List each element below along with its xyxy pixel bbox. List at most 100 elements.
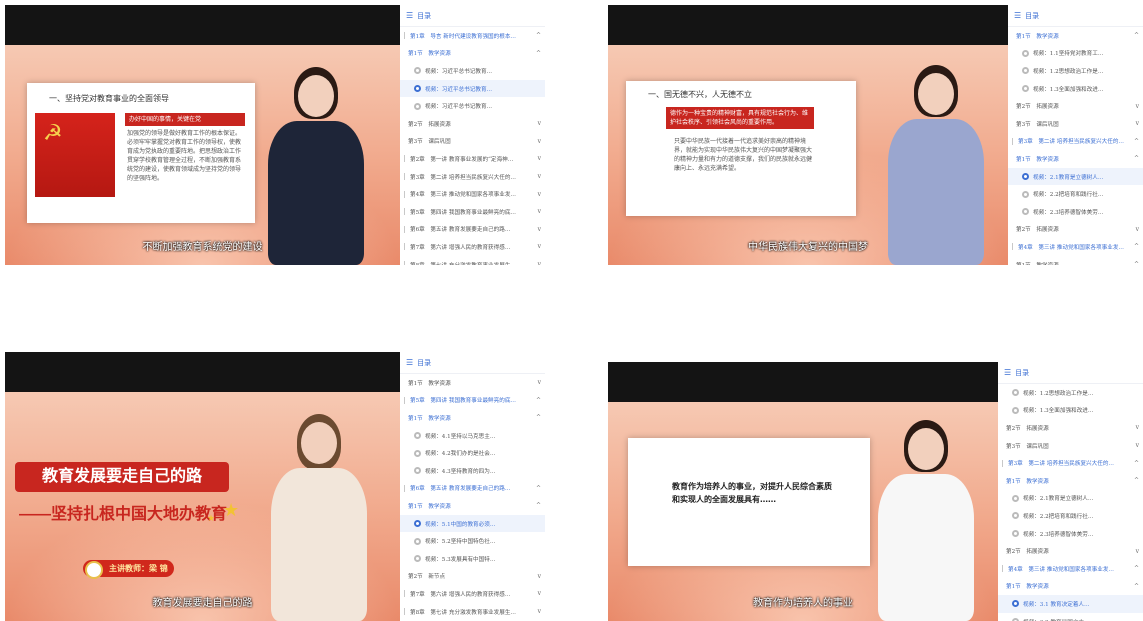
toc-chapter[interactable]: 第8章 第七讲 充分激发教育事业发展生… v <box>400 256 545 265</box>
video-player-1[interactable]: 一、坚持党对教育事业的全面领导 ☭ 办好中国的事情，关键在党 加强党的领导是做好… <box>5 5 400 265</box>
lesson-panel-1: 一、坚持党对教育事业的全面领导 ☭ 办好中国的事情，关键在党 加强党的领导是做好… <box>5 5 545 265</box>
toc-section[interactable]: 第1节 教学资源 ^ <box>400 409 545 427</box>
play-icon <box>1022 208 1029 216</box>
toc-section[interactable]: 第3节 课后巩固 v <box>400 133 545 151</box>
toc-section[interactable]: 第1节 教学资源 ^ <box>1008 27 1143 45</box>
toc-section[interactable]: 第2节 拓展资源 v <box>400 115 545 133</box>
toc-chapter[interactable]: 第7章 第六讲 增强人民的教育获得感… v <box>400 238 545 256</box>
toc-video-item[interactable]: 视频：4.3坚持教育的四为… <box>400 462 545 480</box>
chevron-up-icon[interactable]: ^ <box>1134 155 1139 162</box>
chevron-up-icon[interactable]: ^ <box>536 502 541 509</box>
chevron-up-icon[interactable]: ^ <box>536 50 541 57</box>
chevron-up-icon[interactable]: ^ <box>536 32 541 39</box>
toc-chapter[interactable]: 第4章 第三讲 推动党和国家各项事业发… ^ <box>1008 238 1143 256</box>
toc-video-item[interactable]: 视频：2.1教育是立德树人… <box>1008 167 1143 186</box>
toc-chapter[interactable]: 第3章 第二讲 培养担当民族复兴大任的… ^ <box>1008 133 1143 151</box>
toc-section[interactable]: 第2节 拓展资源 v <box>998 542 1143 560</box>
toc-video-item[interactable]: 视频：1.2思想政治工作是… <box>998 384 1143 402</box>
chevron-down-icon[interactable]: v <box>1136 120 1139 127</box>
chevron-up-icon[interactable]: ^ <box>536 414 541 421</box>
toc-chapter[interactable]: 第6章 第五讲 教育发展要走自己的路… v <box>400 221 545 239</box>
chevron-up-icon[interactable]: ^ <box>1134 565 1139 572</box>
toc-video-item[interactable]: 视频：2.1教育是立德树人… <box>998 490 1143 508</box>
toc-video-item[interactable]: 视频：3.2 教育是国之大… <box>998 613 1143 621</box>
chevron-down-icon[interactable]: v <box>538 608 541 615</box>
toc-section[interactable]: 第1节 教学资源 ^ <box>1008 256 1143 265</box>
toc-video-item[interactable]: 视频：2.3培养德智体美劳… <box>998 525 1143 543</box>
toc-chapter[interactable]: 第7章 第六讲 增强人民的教育获得感… v <box>400 585 545 603</box>
chevron-down-icon[interactable]: v <box>538 120 541 127</box>
chevron-down-icon[interactable]: v <box>538 155 541 162</box>
toc-chapter[interactable]: 第4章 第三讲 推动党和国家各项事业发… v <box>400 185 545 203</box>
toc-section[interactable]: 第1节 教学资源 ^ <box>1008 150 1143 168</box>
chevron-up-icon[interactable]: ^ <box>536 485 541 492</box>
toc-chapter[interactable]: 第3章 第二讲 培养担当民族复兴大任的… ^ <box>998 454 1143 472</box>
lecture-slide: 一、坚持党对教育事业的全面领导 ☭ 办好中国的事情，关键在党 加强党的领导是做好… <box>27 83 255 223</box>
chevron-down-icon[interactable]: v <box>538 379 541 386</box>
toc-section[interactable]: 第2节 新节点 v <box>400 568 545 586</box>
chevron-up-icon[interactable]: ^ <box>1134 583 1139 590</box>
toc-video-item[interactable]: 视频：习近平总书记教育… <box>400 97 545 115</box>
chevron-down-icon[interactable]: v <box>1136 442 1139 449</box>
chevron-down-icon[interactable]: v <box>538 208 541 215</box>
toc-video-item[interactable]: 视频：4.1坚持以马克思主… <box>400 427 545 445</box>
chevron-up-icon[interactable]: ^ <box>1134 477 1139 484</box>
toc-chapter[interactable]: 第6章 第五讲 教育发展要走自己的路… ^ <box>400 480 545 498</box>
chevron-down-icon[interactable]: v <box>538 173 541 180</box>
chevron-down-icon[interactable]: v <box>538 138 541 145</box>
toc-chapter[interactable]: 第3章 第二讲 培养担当民族复兴大任的… v <box>400 168 545 186</box>
toc-chapter[interactable]: 第5章 第四讲 我国教育事业最鲜亮的底… ^ <box>400 392 545 410</box>
toc-label: 第2节 新节点 <box>408 574 446 581</box>
toc-chapter[interactable]: 第8章 第七讲 充分激发教育事业发展生… v <box>400 603 545 621</box>
toc-section[interactable]: 第2节 拓展资源 v <box>1008 221 1143 239</box>
toc-video-item[interactable]: 视频：1.1坚持党对教育工… <box>1008 45 1143 63</box>
toc-chapter[interactable]: 第1章 导言 新时代建设教育强国的根本… ^ <box>400 27 545 45</box>
chevron-up-icon[interactable]: ^ <box>536 397 541 404</box>
video-player-4[interactable]: 教育作为培养人的事业，对提升人民综合素质和实现人的全面发展具有…… 教育作为培养… <box>608 362 998 621</box>
chevron-down-icon[interactable]: v <box>538 243 541 250</box>
toc-video-item[interactable]: 视频：1.2思想政治工作是… <box>1008 62 1143 80</box>
chevron-down-icon[interactable]: v <box>1136 548 1139 555</box>
toc-label: 视频：3.2 教育是国之大… <box>1023 618 1090 621</box>
video-player-2[interactable]: 一、国无德不兴，人无德不立 德作为一种宝贵的精神财富，具有规范社会行为、维护社会… <box>608 5 1008 265</box>
teacher-badge: 主讲教师：梁 锦 <box>83 560 174 579</box>
chevron-down-icon[interactable]: v <box>1136 103 1139 110</box>
toc-video-item[interactable]: 视频：2.2把培育和践行社… <box>998 507 1143 525</box>
chevron-up-icon[interactable]: ^ <box>1134 138 1139 145</box>
video-player-3[interactable]: 教育发展要走自己的路 ——坚持扎根中国大地办教育 ★ ★ 主讲教师：梁 锦 教育… <box>5 352 400 621</box>
toc-section[interactable]: 第3节 课后巩固 v <box>998 437 1143 455</box>
toc-chapter[interactable]: 第5章 第四讲 我国教育事业最鲜亮的底… v <box>400 203 545 221</box>
toc-video-item[interactable]: 视频：1.3全面加强和改进… <box>998 402 1143 420</box>
toc-video-item[interactable]: 视频：5.1中国的教育必须… <box>400 514 545 533</box>
toc-video-item[interactable]: 视频：2.3培养德智体美劳… <box>1008 203 1143 221</box>
toc-video-item[interactable]: 视频：习近平总书记教育… <box>400 62 545 80</box>
toc-section[interactable]: 第2节 拓展资源 v <box>998 419 1143 437</box>
toc-video-item[interactable]: 视频：3.1 教育决定着人… <box>998 595 1143 613</box>
chevron-down-icon[interactable]: v <box>538 573 541 580</box>
chevron-down-icon[interactable]: v <box>538 261 541 265</box>
toc-section[interactable]: 第1节 教学资源 ^ <box>400 497 545 515</box>
toc-video-item[interactable]: 视频：4.2我们办的是社会… <box>400 444 545 462</box>
chevron-down-icon[interactable]: v <box>538 226 541 233</box>
toc-video-item[interactable]: 视频：2.2把培育和践行社… <box>1008 185 1143 203</box>
toc-section[interactable]: 第1节 教学资源 ^ <box>998 578 1143 596</box>
chevron-up-icon[interactable]: ^ <box>1134 261 1139 265</box>
chevron-up-icon[interactable]: ^ <box>1134 460 1139 467</box>
toc-section[interactable]: 第3节 课后巩固 v <box>1008 115 1143 133</box>
chevron-down-icon[interactable]: v <box>1136 226 1139 233</box>
chevron-down-icon[interactable]: v <box>538 191 541 198</box>
chevron-up-icon[interactable]: ^ <box>1134 32 1139 39</box>
chevron-up-icon[interactable]: ^ <box>1134 243 1139 250</box>
chevron-down-icon[interactable]: v <box>538 590 541 597</box>
toc-video-item[interactable]: 视频：5.2坚持中国特色社… <box>400 532 545 550</box>
toc-chapter[interactable]: 第4章 第三讲 推动党和国家各项事业发… ^ <box>998 560 1143 578</box>
toc-section[interactable]: 第1节 教学资源 ^ <box>998 472 1143 490</box>
toc-section[interactable]: 第1节 教学资源 ^ <box>400 45 545 63</box>
toc-video-item[interactable]: 视频：习近平总书记教育… <box>400 79 545 98</box>
toc-section[interactable]: 第1节 教学资源 v <box>400 374 545 392</box>
chevron-down-icon[interactable]: v <box>1136 424 1139 431</box>
toc-chapter[interactable]: 第2章 第一讲 教育事业发展的“定海神… v <box>400 150 545 168</box>
toc-section[interactable]: 第2节 拓展资源 v <box>1008 97 1143 115</box>
toc-video-item[interactable]: 视频：5.3发展具有中国特… <box>400 550 545 568</box>
toc-video-item[interactable]: 视频：1.3全面加强和改进… <box>1008 80 1143 98</box>
